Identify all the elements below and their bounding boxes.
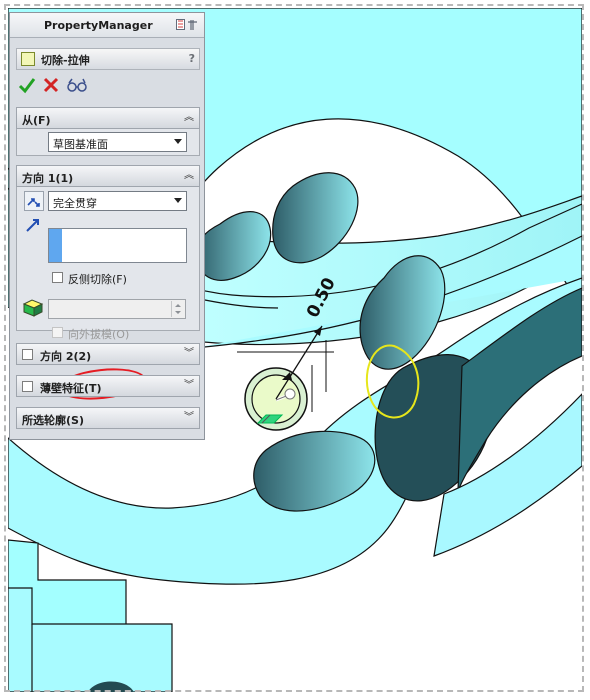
reverse-side-label: 反侧切除(F) bbox=[68, 273, 127, 286]
property-manager-header: PropertyManager bbox=[10, 13, 204, 38]
spinner-buttons[interactable] bbox=[171, 301, 184, 317]
property-manager-panel: PropertyManager 切除-拉伸 ? 从(F) ︽ 草图基准面 方向 … bbox=[9, 12, 205, 440]
draft-angle-input[interactable] bbox=[48, 299, 186, 319]
direction2-section-label: 方向 2(2) bbox=[40, 350, 92, 363]
feature-header: 切除-拉伸 ? bbox=[16, 48, 200, 70]
end-condition-value: 完全贯穿 bbox=[53, 197, 97, 210]
direction2-section-header[interactable]: 方向 2(2) ︾ bbox=[16, 343, 200, 365]
cut-extrude-icon bbox=[21, 52, 35, 66]
expand-down-icon[interactable]: ︾ bbox=[184, 349, 194, 359]
reverse-side-checkbox[interactable] bbox=[52, 272, 63, 283]
thin-feature-section-header[interactable]: 薄壁特征(T) ︾ bbox=[16, 375, 200, 397]
thin-feature-checkbox[interactable] bbox=[22, 381, 33, 392]
feature-title: 切除-拉伸 bbox=[41, 54, 90, 67]
selected-contours-section-header[interactable]: 所选轮廓(S) ︾ bbox=[16, 407, 200, 429]
preview-glasses-icon[interactable] bbox=[66, 75, 88, 95]
direction-arrow-icon bbox=[24, 216, 44, 236]
end-condition-dropdown[interactable]: 完全贯穿 bbox=[48, 191, 187, 211]
draft-icon[interactable] bbox=[22, 298, 44, 318]
cancel-x-icon[interactable] bbox=[42, 75, 60, 95]
help-icon[interactable]: ? bbox=[189, 52, 195, 65]
dropdown-arrow-icon bbox=[174, 198, 182, 203]
ok-check-icon[interactable] bbox=[18, 75, 36, 95]
selected-contours-label: 所选轮廓(S) bbox=[22, 414, 84, 427]
thin-feature-section-label: 薄壁特征(T) bbox=[40, 382, 102, 395]
from-section-body: 草图基准面 bbox=[16, 129, 200, 156]
direction1-section-label: 方向 1(1) bbox=[22, 172, 74, 185]
draft-outward-checkbox[interactable] bbox=[52, 327, 63, 338]
direction1-section-header[interactable]: 方向 1(1) ︽ bbox=[16, 165, 200, 187]
collapse-up-icon[interactable]: ︽ bbox=[184, 171, 194, 181]
from-section-label: 从(F) bbox=[22, 114, 51, 127]
screenshot-frame: 0.50 PropertyManager 切除-拉伸 ? 从(F) ︽ 草图基准… bbox=[0, 0, 590, 700]
draft-outward-label: 向外拔模(O) bbox=[68, 328, 130, 341]
dropdown-arrow-icon bbox=[174, 139, 182, 144]
reverse-direction-icon[interactable] bbox=[24, 191, 44, 211]
property-manager-title: PropertyManager bbox=[44, 19, 153, 32]
direction1-section-body: 完全贯穿 反侧切除(F) 向外拔模(O) bbox=[16, 187, 200, 404]
direction2-checkbox[interactable] bbox=[22, 349, 33, 360]
from-section-header[interactable]: 从(F) ︽ bbox=[16, 107, 200, 129]
expand-down-icon[interactable]: ︾ bbox=[184, 413, 194, 423]
direction-selection-box[interactable] bbox=[48, 228, 187, 263]
selection-highlight bbox=[49, 229, 62, 262]
expand-down-icon[interactable]: ︾ bbox=[184, 381, 194, 391]
pin-icon[interactable] bbox=[176, 19, 198, 31]
from-dropdown[interactable]: 草图基准面 bbox=[48, 132, 187, 152]
from-dropdown-value: 草图基准面 bbox=[53, 138, 108, 151]
collapse-up-icon[interactable]: ︽ bbox=[184, 113, 194, 123]
